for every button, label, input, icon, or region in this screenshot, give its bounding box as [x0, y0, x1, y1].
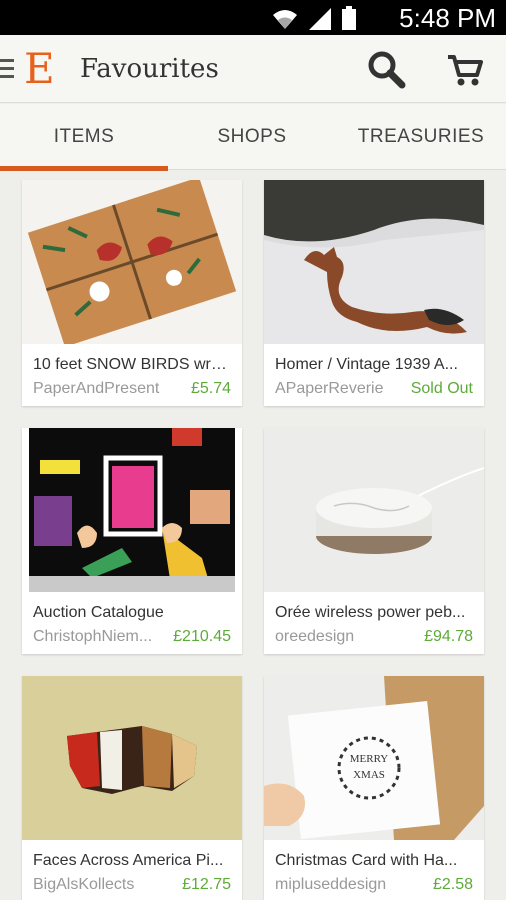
item-thumbnail: [264, 180, 484, 344]
item-shop: PaperAndPresent: [33, 380, 160, 397]
page-title: Favourites: [80, 54, 219, 84]
menu-icon[interactable]: [0, 59, 14, 79]
app-bar: E Favourites: [0, 35, 506, 103]
search-icon: [368, 51, 406, 89]
svg-text:XMAS: XMAS: [353, 769, 385, 781]
item-card[interactable]: Orée wireless power peb... oreedesign £9…: [264, 428, 484, 654]
item-title: Orée wireless power peb...: [275, 604, 466, 621]
item-title: Faces Across America Pi...: [33, 852, 224, 869]
item-title: 10 feet SNOW BIRDS wra...: [33, 356, 233, 373]
item-shop: ChristophNiem...: [33, 628, 153, 645]
status-time: 5:48 PM: [399, 3, 496, 33]
item-card[interactable]: Homer / Vintage 1939 A... APaperReverie …: [264, 180, 484, 406]
item-shop: APaperReverie: [275, 380, 384, 397]
item-thumbnail: [264, 428, 484, 592]
battery-icon: [342, 6, 356, 30]
item-price: £5.74: [190, 380, 231, 397]
cart-button[interactable]: [444, 49, 486, 91]
status-bar: 5:48 PM: [0, 0, 506, 35]
search-button[interactable]: [366, 49, 408, 91]
tab-bar: ITEMS SHOPS TREASURIES: [0, 104, 506, 171]
item-card[interactable]: Faces Across America Pi... BigAlsKollect…: [22, 676, 242, 900]
item-title: Christmas Card with Ha...: [275, 852, 458, 869]
signal-icon: [309, 8, 331, 30]
cart-icon: [448, 55, 483, 86]
item-price: £12.75: [182, 876, 231, 893]
item-title: Homer / Vintage 1939 A...: [275, 356, 458, 373]
item-card[interactable]: MERRY XMAS Christmas Card with Ha... mip…: [264, 676, 484, 900]
item-title: Auction Catalogue: [33, 604, 164, 621]
item-shop: mipluseddesign: [275, 876, 387, 893]
item-card[interactable]: Auction Catalogue ChristophNiem... £210.…: [22, 428, 242, 654]
wifi-icon: [273, 10, 297, 29]
item-thumbnail: [22, 428, 242, 592]
tab-treasuries[interactable]: TREASURIES: [337, 104, 505, 170]
svg-text:MERRY: MERRY: [350, 753, 389, 765]
item-price: £94.78: [424, 628, 473, 645]
item-thumbnail: [22, 180, 242, 344]
item-thumbnail: [22, 676, 242, 840]
tab-items[interactable]: ITEMS: [0, 104, 168, 171]
item-shop: oreedesign: [275, 628, 355, 645]
item-price: £210.45: [173, 628, 231, 645]
item-shop: BigAlsKollects: [33, 876, 135, 893]
item-card[interactable]: 10 feet SNOW BIRDS wra... PaperAndPresen…: [22, 180, 242, 406]
item-thumbnail: MERRY XMAS: [264, 676, 484, 840]
item-price: £2.58: [432, 876, 473, 893]
etsy-logo[interactable]: E: [24, 41, 55, 97]
tab-shops[interactable]: SHOPS: [168, 104, 336, 170]
item-price: Sold Out: [410, 380, 473, 397]
